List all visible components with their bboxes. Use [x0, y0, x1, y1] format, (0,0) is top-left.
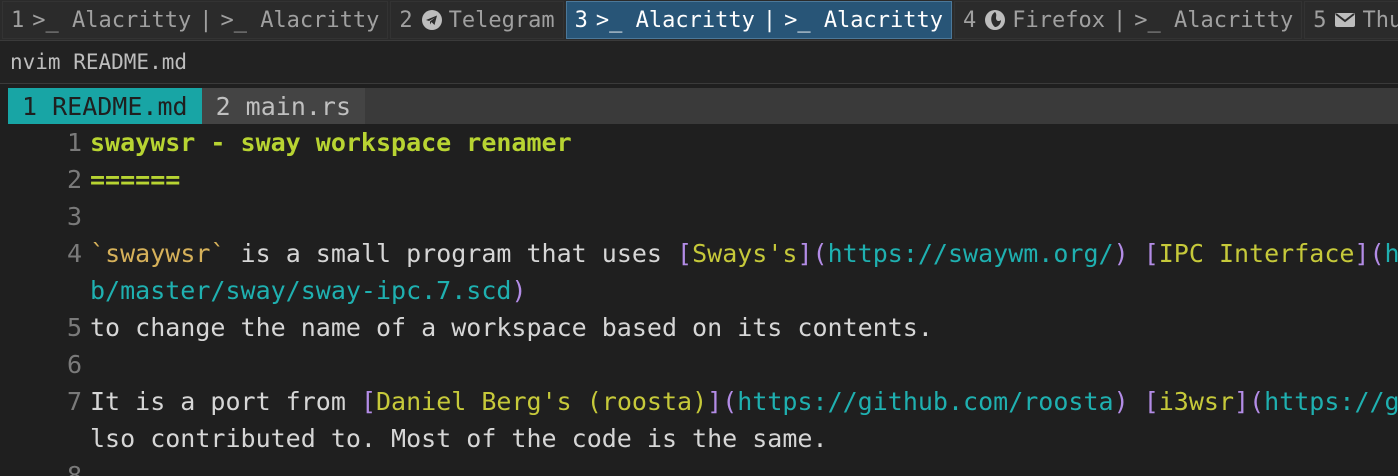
workspace-number: 2	[399, 7, 413, 33]
line-number: 3	[66, 202, 82, 231]
tabline: 1 README.md 2 main.rs	[8, 88, 1398, 124]
syntax-plain: lso contributed to. Most of the code is …	[90, 424, 828, 453]
syntax-url[interactable]: b/master/sway/sway-ipc.7.scd	[90, 276, 511, 305]
buffer-line: 1 swaywsr - sway workspace renamer	[8, 124, 1398, 161]
syntax-brk: ]	[707, 387, 723, 416]
firefox-icon	[984, 9, 1006, 31]
syntax-brk: [	[360, 387, 376, 416]
line-text	[90, 457, 1398, 476]
line-text: `swaywsr` is a small program that uses […	[90, 235, 1398, 272]
syntax-brk: [	[1143, 239, 1159, 268]
buffer-tab[interactable]: 1 README.md	[8, 88, 202, 124]
syntax-plain	[1129, 239, 1144, 268]
workspace-window-label: >_ Alacritty	[1134, 7, 1294, 33]
syntax-brk: ]	[1354, 239, 1370, 268]
telegram-icon	[421, 9, 443, 31]
workspace-number: 4	[963, 7, 977, 33]
syntax-brk: ]	[1234, 387, 1250, 416]
workspace-separator: |	[762, 7, 777, 33]
workspace-window-label: >_ Alacritty	[220, 7, 380, 33]
syntax-linktext: i3wsr	[1158, 387, 1235, 416]
line-number: 8	[66, 461, 82, 476]
syntax-url[interactable]: https://swaywm.org/	[828, 239, 1114, 268]
line-text: lso contributed to. Most of the code is …	[90, 420, 1398, 457]
workspace-separator: |	[1113, 7, 1127, 33]
buffer-line: 3	[8, 198, 1398, 235]
syntax-heading: ======	[90, 165, 181, 194]
mail-icon	[1334, 11, 1356, 29]
syntax-linktext: Sways's	[692, 239, 798, 268]
sway-workspace-bar: 1 >_ Alacritty | >_ Alacritty 2 Telegram 3 >_ A…	[0, 0, 1398, 40]
workspace-window-label: >_ Alacritty	[32, 7, 192, 33]
syntax-linktext: Daniel Berg's (roosta)	[376, 387, 708, 416]
workspace-number: 1	[11, 7, 25, 33]
line-number	[8, 420, 90, 457]
line-number: 5	[66, 313, 82, 342]
workspace-button-4[interactable]: 4 Firefox | >_ Alacritty	[954, 1, 1303, 39]
buffer-line: 4 `swaywsr` is a small program that uses …	[8, 235, 1398, 272]
line-text	[90, 198, 1398, 235]
workspace-button-2[interactable]: 2 Telegram	[390, 1, 564, 39]
line-number: 4	[66, 239, 82, 268]
buffer-line: 5 to change the name of a workspace based…	[8, 309, 1398, 346]
window-title: nvim README.md	[10, 50, 188, 74]
syntax-plain: is a small program that uses	[225, 239, 678, 268]
line-text: to change the name of a workspace based …	[90, 309, 1398, 346]
line-number: 1	[66, 128, 82, 157]
syntax-url[interactable]: h	[1385, 239, 1398, 268]
line-number: 7	[66, 387, 82, 416]
syntax-heading: swaywsr - sway workspace renamer	[90, 128, 572, 157]
buffer-tab[interactable]: 2 main.rs	[201, 88, 366, 124]
buffer-line: 7 It is a port from [Daniel Berg's (roost…	[8, 383, 1398, 420]
workspace-separator: |	[199, 7, 213, 33]
buffer-line: b/master/sway/sway-ipc.7.scd)	[8, 272, 1398, 309]
syntax-paren: (	[1369, 239, 1385, 268]
text-buffer[interactable]: 1 swaywsr - sway workspace renamer 2 ======…	[8, 124, 1398, 476]
window-title-bar: nvim README.md	[0, 40, 1398, 84]
syntax-tick: `	[90, 239, 106, 268]
syntax-plain: to change the name of a workspace based …	[90, 313, 933, 342]
workspace-window-label: >_ Alacritty	[595, 7, 755, 33]
workspace-window-label: Thunderbird	[1362, 7, 1398, 33]
syntax-brk: ]	[797, 239, 813, 268]
syntax-url[interactable]: https://github.com/roosta	[737, 387, 1113, 416]
line-text: b/master/sway/sway-ipc.7.scd)	[90, 272, 1398, 309]
line-text	[90, 346, 1398, 383]
syntax-linktext: IPC Interface	[1158, 239, 1355, 268]
workspace-window-label: >_ Alacritty	[784, 7, 944, 33]
line-text: It is a port from [Daniel Berg's (roosta…	[90, 383, 1398, 420]
workspace-button-5[interactable]: 5 Thunderbird	[1304, 1, 1398, 39]
syntax-paren: )	[1113, 387, 1129, 416]
nvim-editor[interactable]: 1 README.md 2 main.rs 1 swaywsr - sway wor…	[8, 88, 1398, 476]
workspace-number: 3	[574, 7, 588, 33]
syntax-url[interactable]: https://g	[1264, 387, 1398, 416]
syntax-plain: It is a port from	[90, 387, 361, 416]
syntax-brk: [	[677, 239, 693, 268]
line-text: swaywsr - sway workspace renamer	[90, 124, 1398, 161]
buffer-line: 6	[8, 346, 1398, 383]
buffer-line: 8	[8, 457, 1398, 476]
syntax-brk: [	[1143, 387, 1159, 416]
syntax-paren: (	[1249, 387, 1265, 416]
syntax-tick: `	[210, 239, 226, 268]
syntax-paren: )	[511, 276, 527, 305]
syntax-paren: )	[1113, 239, 1129, 268]
line-number	[8, 272, 90, 309]
line-text: ======	[90, 161, 1398, 198]
line-number: 2	[66, 165, 82, 194]
syntax-paren: (	[722, 387, 738, 416]
syntax-plain	[1129, 387, 1144, 416]
line-number: 6	[66, 350, 82, 379]
workspace-button-1[interactable]: 1 >_ Alacritty | >_ Alacritty	[2, 1, 389, 39]
workspace-window-label: Telegram	[448, 7, 555, 33]
workspace-button-3[interactable]: 3 >_ Alacritty | >_ Alacritty	[565, 1, 953, 39]
syntax-code: swaywsr	[105, 239, 211, 268]
buffer-line: lso contributed to. Most of the code is …	[8, 420, 1398, 457]
buffer-line: 2 ======	[8, 161, 1398, 198]
syntax-paren: (	[812, 239, 828, 268]
workspace-number: 5	[1313, 7, 1327, 33]
workspace-window-label: Firefox	[1012, 7, 1105, 33]
